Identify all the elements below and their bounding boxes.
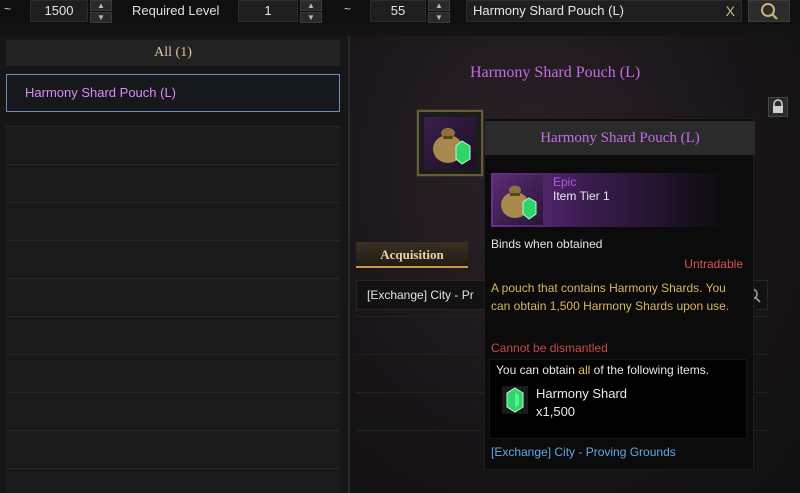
min-value-input[interactable]: 1500 [30, 0, 88, 22]
search-text: Harmony Shard Pouch (L) [473, 3, 625, 18]
range-separator: ~ [344, 2, 352, 16]
chevron-up-icon[interactable]: ▲ [428, 0, 450, 11]
empty-row [6, 202, 340, 240]
detail-title: Harmony Shard Pouch (L) [470, 64, 641, 81]
reward-box: You can obtain all of the following item… [489, 359, 747, 439]
empty-row [6, 392, 340, 430]
list-item-label: Harmony Shard Pouch (L) [25, 85, 177, 100]
empty-row [6, 468, 340, 493]
shard-icon [502, 386, 528, 414]
item-description: A pouch that contains Harmony Shards. Yo… [491, 281, 730, 313]
acquisition-text: [Exchange] City - Pr [367, 288, 474, 302]
pouch-icon [493, 175, 543, 225]
rarity-label: Epic [553, 175, 577, 189]
range-separator: ~ [4, 2, 12, 16]
list-item[interactable]: Harmony Shard Pouch (L) [6, 74, 340, 112]
reward-quantity: x1,500 [536, 404, 576, 419]
tab-all[interactable]: All (1) [6, 40, 340, 66]
level-min-input[interactable]: 1 [238, 0, 298, 22]
empty-row [6, 278, 340, 316]
source-link[interactable]: [Exchange] City - Proving Grounds [491, 445, 676, 459]
lock-button[interactable] [768, 97, 788, 117]
obtain-text: You can obtain all of the following item… [496, 363, 710, 377]
search-icon [761, 3, 778, 20]
item-list-panel: All (1) Harmony Shard Pouch (L) [0, 36, 348, 493]
empty-row [6, 430, 340, 468]
empty-row [6, 126, 340, 164]
chevron-up-icon[interactable]: ▲ [300, 0, 322, 11]
required-level-label: Required Level [132, 3, 220, 18]
level-max-stepper[interactable]: ▲ ▼ [428, 0, 450, 24]
tab-acquisition[interactable]: Acquisition [356, 242, 468, 268]
item-tooltip: Harmony Shard Pouch (L) Epic Item Tier 1… [484, 118, 755, 470]
reward-name: Harmony Shard [536, 386, 628, 401]
filter-bar: ~ 1500 ▲ ▼ Required Level 1 ▲ ▼ ~ 55 ▲ ▼… [0, 0, 800, 24]
level-max-input[interactable]: 55 [370, 0, 426, 22]
item-icon-frame [417, 110, 483, 176]
level-min-stepper[interactable]: ▲ ▼ [300, 0, 322, 24]
chevron-up-icon[interactable]: ▲ [90, 0, 112, 11]
pouch-icon [424, 117, 476, 169]
empty-row [6, 164, 340, 202]
item-tier-label: Item Tier 1 [553, 189, 610, 203]
empty-row [6, 354, 340, 392]
chevron-down-icon[interactable]: ▼ [428, 12, 450, 23]
search-button[interactable] [748, 0, 790, 22]
tooltip-title: Harmony Shard Pouch (L) [485, 121, 755, 155]
search-input[interactable]: Harmony Shard Pouch (L) X [466, 0, 742, 22]
chevron-down-icon[interactable]: ▼ [300, 12, 322, 23]
min-value-stepper[interactable]: ▲ ▼ [90, 0, 112, 24]
close-icon[interactable]: X [726, 1, 735, 21]
empty-row [6, 240, 340, 278]
dismantle-status: Cannot be dismantled [491, 341, 608, 355]
lock-icon [773, 99, 783, 113]
empty-row [6, 316, 340, 354]
binds-label: Binds when obtained [491, 237, 603, 251]
chevron-down-icon[interactable]: ▼ [90, 12, 112, 23]
trade-status: Untradable [684, 257, 743, 271]
